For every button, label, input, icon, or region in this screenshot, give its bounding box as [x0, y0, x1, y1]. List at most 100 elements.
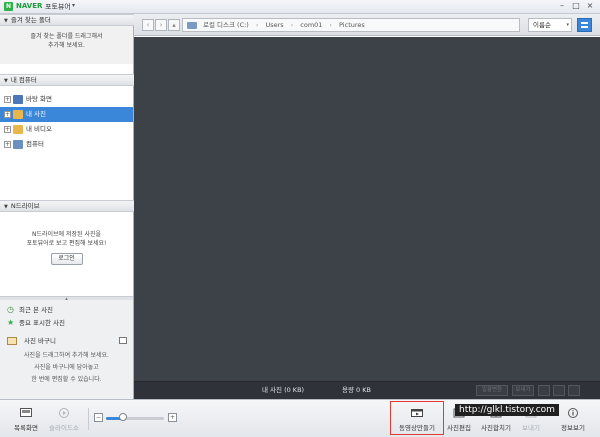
folder-summary: 내 사진 (0 KB) [262, 386, 305, 394]
folder-tree: + 바탕 화면 + 내 사진 + 내 비디오 + 컴퓨터 [0, 92, 133, 152]
chevron-down-icon: ▾ [566, 22, 569, 28]
basket-edit-icon[interactable] [119, 337, 127, 344]
up-button[interactable]: ▴ [168, 19, 180, 31]
tree-item-desktop[interactable]: + 바탕 화면 [0, 92, 133, 107]
batch-convert-button[interactable]: 일괄변환 [476, 385, 508, 396]
navigation-bar: ‹ › ▴ 로컬 디스크 (C:) › Users › com01 › Pictures 이… [134, 14, 600, 36]
recent-photos-item[interactable]: ◷ 최근 본 사진 [0, 304, 133, 316]
ndrive-header-label: N드라이브 [10, 202, 40, 210]
photo-edit-label: 사진편집 [447, 424, 471, 432]
view-info-button[interactable]: 정보보기 [556, 404, 590, 434]
sidebar: ▼ 즐겨 찾는 폴더 즐겨 찾는 폴더를 드래그해서 추가해 보세요. ▼ 내 컴퓨… [0, 14, 134, 402]
status-bar: 내 사진 (0 KB) 용량 0 KB 일괄변환 보내기 [134, 381, 600, 399]
expand-icon[interactable]: + [4, 126, 11, 133]
zoom-slider-thumb[interactable] [119, 413, 127, 421]
photo-grid[interactable] [134, 37, 600, 381]
photo-basket-dropzone[interactable]: 사진을 드래그하여 추가해 보세요. 사진을 바구니에 담아놓고 한 번에 편집… [0, 350, 133, 386]
expand-icon[interactable]: + [4, 96, 11, 103]
slideshow-button[interactable]: 슬라이드쇼 [46, 404, 82, 434]
ndrive-hint-2: 포토뷰어로 보고 편집해 보세요! [26, 240, 107, 247]
favorites-dropzone[interactable]: 즐겨 찾는 폴더를 드래그해서 추가해 보세요. [0, 26, 133, 64]
collapse-arrow-icon: ▼ [4, 204, 8, 210]
recent-photos-label: 최근 본 사진 [19, 306, 54, 314]
list-view-icon [581, 22, 588, 28]
forward-button[interactable]: › [155, 19, 167, 31]
quick-panel: ◷ 최근 본 사진 ★ 중요 표시한 사진 사진 바구니 사진을 드래그하여 추… [0, 300, 133, 402]
tree-item-computer[interactable]: + 컴퓨터 [0, 137, 133, 152]
zoom-in-icon[interactable]: + [168, 413, 177, 422]
app-title: 포토뷰어 [45, 3, 71, 11]
breadcrumb-users[interactable]: Users [265, 21, 283, 29]
zoom-out-icon[interactable]: − [94, 413, 103, 422]
favorites-hint-1: 즐겨 찾는 폴더를 드래그해서 [30, 33, 103, 40]
maximize-button[interactable]: □ [570, 1, 582, 12]
tree-item-my-pictures[interactable]: + 내 사진 [0, 107, 133, 122]
photo-merge-label: 사진합치기 [481, 424, 511, 432]
login-button[interactable]: 로그인 [50, 253, 83, 265]
catalog-view-icon [20, 408, 32, 417]
rotate-left-icon[interactable] [538, 385, 550, 396]
basket-hint-3: 한 번에 편집할 수 있습니다. [31, 376, 102, 383]
desktop-icon [13, 95, 23, 104]
collapse-arrow-icon: ▼ [4, 18, 8, 24]
my-computer-header[interactable]: ▼ 내 컴퓨터 [0, 74, 134, 86]
catalog-view-label: 목록화면 [14, 424, 38, 432]
folder-icon [187, 22, 197, 29]
favorites-hint-2: 추가해 보세요. [48, 42, 85, 49]
expand-icon[interactable]: + [4, 111, 11, 118]
naver-logo-icon: N [4, 2, 13, 11]
toolbar-divider [88, 408, 89, 430]
sort-dropdown[interactable]: 이름순 ▾ [528, 18, 572, 32]
close-button[interactable]: × [584, 1, 596, 12]
favorites-header[interactable]: ▼ 즐겨 찾는 폴더 [0, 14, 134, 26]
tree-item-my-videos[interactable]: + 내 비디오 [0, 122, 133, 137]
catalog-view-button[interactable]: 목록화면 [8, 404, 44, 434]
ndrive-hint-1: N드라이브에 저장된 사진을 [31, 231, 102, 238]
star-icon: ★ [7, 318, 15, 327]
important-photos-label: 중요 표시한 사진 [19, 319, 65, 327]
breadcrumb-drive[interactable]: 로컬 디스크 (C:) [203, 21, 249, 29]
important-photos-item[interactable]: ★ 중요 표시한 사진 [0, 317, 133, 329]
collapse-arrow-icon: ▼ [4, 78, 8, 84]
breadcrumb-separator: › [329, 21, 333, 29]
brand-name: NAVER [16, 2, 43, 10]
play-icon [59, 408, 69, 418]
make-video-highlight [390, 401, 444, 435]
basket-hint-1: 사진을 드래그하여 추가해 보세요. [24, 352, 109, 359]
send-button[interactable]: 보내기 [512, 385, 534, 396]
rotate-right-icon[interactable] [553, 385, 565, 396]
my-computer-header-label: 내 컴퓨터 [10, 76, 37, 84]
send-photo-label: 보내기 [522, 424, 540, 432]
back-button[interactable]: ‹ [142, 19, 154, 31]
view-mode-button[interactable] [577, 18, 592, 32]
clock-icon: ◷ [7, 305, 14, 314]
folder-size: 용량 0 KB [342, 386, 371, 394]
zoom-slider[interactable] [106, 417, 164, 420]
breadcrumb-user[interactable]: com01 [300, 21, 322, 29]
slideshow-label: 슬라이드쇼 [49, 424, 79, 432]
title-bar: N NAVER 포토뷰어 ▾ – □ × [0, 0, 600, 14]
delete-icon[interactable] [568, 385, 580, 396]
expand-icon[interactable]: + [4, 141, 11, 148]
ndrive-header[interactable]: ▼ N드라이브 [0, 200, 134, 212]
basket-hint-2: 사진을 바구니에 담아놓고 [34, 364, 99, 371]
info-icon [568, 408, 578, 418]
app-menu-arrow-icon[interactable]: ▾ [72, 2, 75, 9]
view-info-label: 정보보기 [561, 424, 585, 432]
tree-item-label: 내 비디오 [26, 125, 52, 133]
sort-value: 이름순 [533, 21, 551, 29]
watermark: http://glkl.tistory.com [455, 404, 559, 416]
breadcrumb-pictures[interactable]: Pictures [339, 21, 365, 29]
photo-basket-label: 사진 바구니 [24, 337, 56, 345]
computer-icon [13, 140, 23, 149]
videos-folder-icon [13, 125, 23, 134]
tree-item-label: 바탕 화면 [26, 95, 52, 103]
favorites-header-label: 즐겨 찾는 폴더 [10, 16, 51, 24]
address-bar[interactable]: 로컬 디스크 (C:) › Users › com01 › Pictures [182, 18, 520, 32]
tree-item-label: 내 사진 [26, 110, 47, 118]
breadcrumb-separator: › [255, 21, 259, 29]
photo-basket-header[interactable]: 사진 바구니 [0, 334, 133, 348]
basket-icon [7, 337, 17, 345]
minimize-button[interactable]: – [556, 1, 568, 12]
pictures-folder-icon [13, 110, 23, 119]
